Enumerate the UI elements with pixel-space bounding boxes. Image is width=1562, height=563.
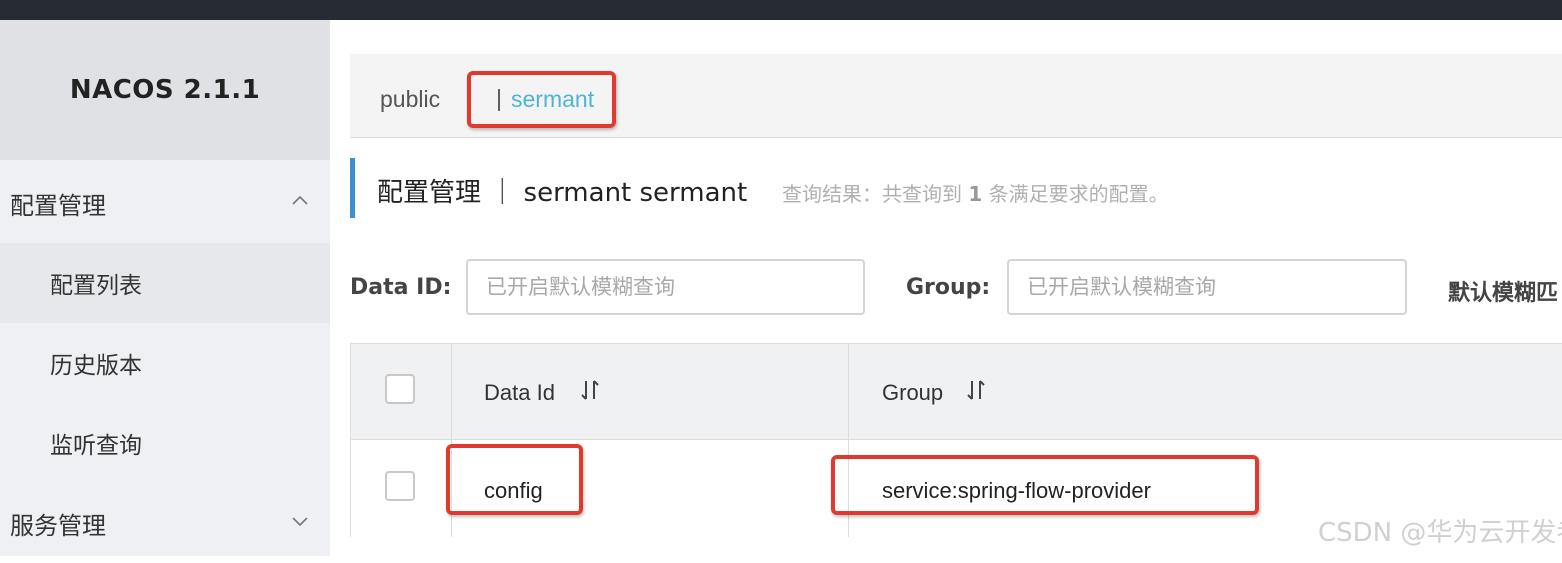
page-title: 配置管理 ｜ sermant sermant bbox=[377, 178, 748, 208]
sidebar-item-config-list[interactable]: 配置列表 bbox=[0, 243, 330, 323]
namespace-sermant[interactable]: sermant bbox=[511, 86, 594, 113]
default-fuzzy-label: 默认模糊匹 bbox=[1448, 281, 1559, 306]
column-header-data-id[interactable]: Data Id bbox=[484, 380, 555, 406]
group-label: Group: bbox=[906, 275, 991, 300]
namespace-separator: | bbox=[496, 85, 502, 111]
app-logo[interactable]: NACOS 2.1.1 bbox=[70, 75, 260, 105]
sidebar: NACOS 2.1.1 配置管理 配置列表 历史版本 监听查询 服务管理 bbox=[0, 20, 330, 556]
sidebar-group-label: 服务管理 bbox=[10, 511, 106, 540]
sidebar-group-config-management[interactable]: 配置管理 bbox=[0, 163, 330, 243]
group-input[interactable] bbox=[1007, 259, 1407, 315]
sidebar-item-label: 历史版本 bbox=[50, 353, 142, 379]
data-id-input[interactable] bbox=[466, 259, 865, 315]
title-accent-bar bbox=[350, 158, 355, 218]
sort-icon[interactable] bbox=[965, 378, 987, 402]
sidebar-item-label: 监听查询 bbox=[50, 433, 142, 459]
query-result-summary: 查询结果：共查询到 1 条满足要求的配置。 bbox=[782, 178, 1169, 207]
logo-area: NACOS 2.1.1 bbox=[0, 20, 330, 160]
row-group: service:spring-flow-provider bbox=[882, 478, 1151, 503]
sidebar-item-label: 配置列表 bbox=[50, 273, 142, 299]
top-bar bbox=[0, 0, 1562, 20]
main-content: public | sermant 配置管理 ｜ sermant sermant … bbox=[330, 20, 1562, 556]
sort-icon[interactable] bbox=[579, 378, 601, 402]
page-title-bar: 配置管理 ｜ sermant sermant 查询结果：共查询到 1 条满足要求… bbox=[350, 158, 1562, 220]
chevron-down-icon bbox=[292, 517, 308, 527]
column-divider bbox=[451, 344, 452, 537]
data-id-label: Data ID: bbox=[350, 275, 452, 300]
sidebar-group-service-management[interactable]: 服务管理 bbox=[0, 483, 330, 563]
sidebar-group-label: 配置管理 bbox=[10, 191, 106, 220]
select-all-checkbox[interactable] bbox=[385, 374, 415, 404]
row-checkbox[interactable] bbox=[385, 471, 415, 501]
column-header-group[interactable]: Group bbox=[882, 380, 943, 406]
sidebar-item-listener-query[interactable]: 监听查询 bbox=[0, 403, 330, 483]
result-count: 1 bbox=[968, 182, 983, 206]
config-table: Data Id Group config service:spring-flow… bbox=[350, 343, 1562, 537]
column-divider bbox=[848, 344, 849, 537]
result-prefix: 查询结果：共查询到 bbox=[782, 182, 969, 206]
row-data-id: config bbox=[484, 478, 543, 503]
result-suffix: 条满足要求的配置。 bbox=[982, 182, 1169, 206]
chevron-up-icon bbox=[292, 195, 308, 205]
sidebar-item-history[interactable]: 历史版本 bbox=[0, 323, 330, 403]
namespace-public[interactable]: public bbox=[380, 86, 440, 113]
watermark: CSDN @华为云开发者社区 bbox=[1318, 518, 1562, 548]
table-header: Data Id Group bbox=[351, 344, 1562, 440]
namespace-bar: public | sermant bbox=[350, 54, 1562, 138]
